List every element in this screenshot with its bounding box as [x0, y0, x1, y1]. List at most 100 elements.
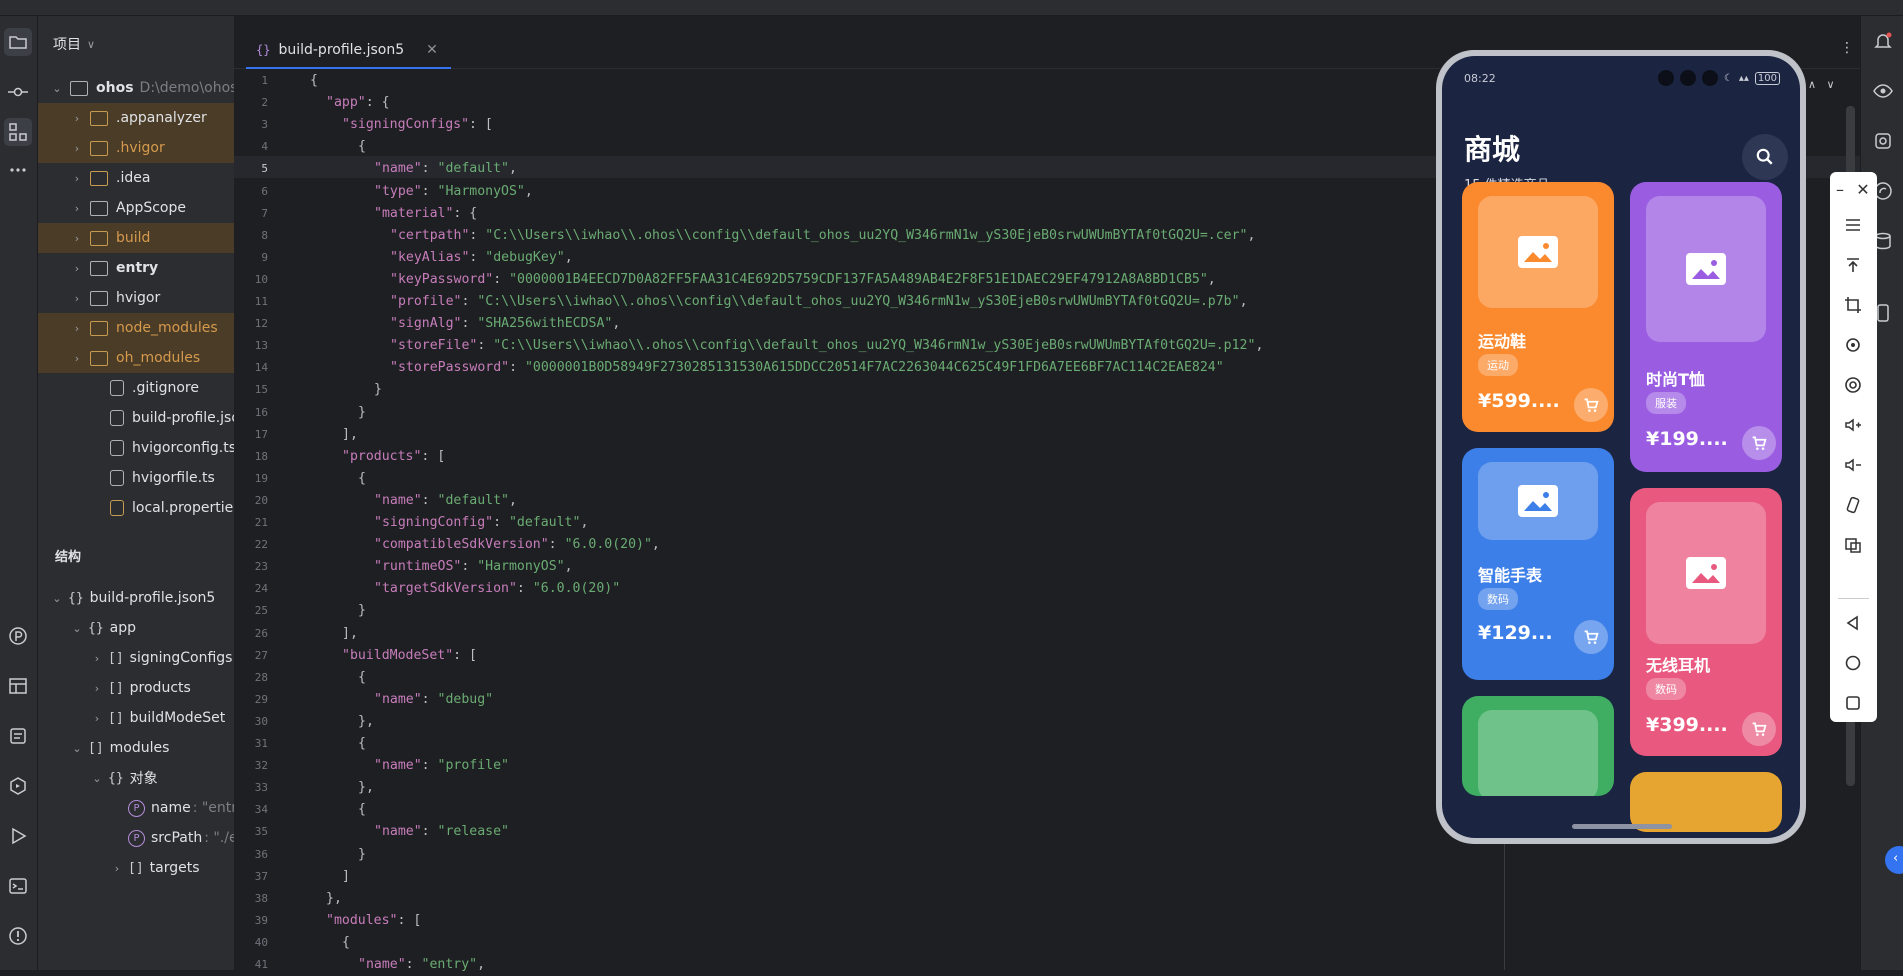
recents-icon[interactable]	[1842, 692, 1864, 714]
chevron-right-icon[interactable]: ›	[90, 652, 104, 665]
todo-icon[interactable]	[4, 722, 32, 750]
chevron-right-icon[interactable]: ›	[70, 172, 84, 185]
add-to-cart-button[interactable]	[1742, 712, 1776, 746]
tab-build-profile[interactable]: {} build-profile.json5 ✕	[246, 32, 451, 69]
tree-item-label: build	[116, 230, 151, 246]
chevron-right-icon[interactable]: ›	[70, 352, 84, 365]
chevron-down-icon[interactable]: ⌄	[70, 622, 84, 635]
tree-item[interactable]: › .idea	[38, 163, 234, 193]
shake-icon[interactable]	[1842, 494, 1864, 516]
product-card[interactable]: 无线耳机 数码 ¥399....	[1630, 488, 1782, 756]
volume-up-icon[interactable]	[1842, 414, 1864, 436]
cart-icon	[1752, 722, 1767, 736]
project-view-selector[interactable]: 项目 ∨	[53, 34, 95, 54]
search-button[interactable]	[1742, 134, 1788, 180]
fold-controls[interactable]: ∧ ∨	[1808, 78, 1835, 91]
code-line: {	[310, 468, 366, 490]
tree-item[interactable]: ⌄ ohos D:\demo\ohos	[38, 73, 234, 103]
cart-icon	[1584, 398, 1599, 412]
multi-device-icon[interactable]	[1842, 534, 1864, 556]
tree-item[interactable]: › entry	[38, 253, 234, 283]
file-icon	[110, 410, 124, 426]
services-icon[interactable]	[4, 772, 32, 800]
tree-item[interactable]: › oh_modules	[38, 343, 234, 373]
chevron-right-icon[interactable]: ›	[70, 262, 84, 275]
chevron-right-icon[interactable]: ›	[90, 682, 104, 695]
structure-item[interactable]: › [] buildModeSet	[38, 703, 234, 733]
add-to-cart-button[interactable]	[1574, 620, 1608, 654]
more-icon[interactable]	[4, 156, 32, 184]
product-card[interactable]	[1630, 772, 1782, 832]
code-token: :	[421, 824, 438, 840]
tree-item[interactable]: › build	[38, 223, 234, 253]
chevron-right-icon[interactable]: ›	[70, 142, 84, 155]
commit-icon[interactable]	[4, 78, 32, 106]
tree-item[interactable]: local.properties	[38, 493, 234, 522]
chevron-down-icon[interactable]: ⌄	[50, 82, 64, 95]
tree-item[interactable]: hvigorfile.ts	[38, 463, 234, 493]
more-tabs-icon[interactable]: ⋮	[1840, 40, 1854, 56]
project-folder-icon[interactable]	[4, 28, 32, 56]
product-name: 无线耳机	[1646, 656, 1711, 675]
chevron-down-icon[interactable]: ⌄	[70, 742, 84, 755]
tree-item[interactable]: .gitignore	[38, 373, 234, 403]
tree-item[interactable]: › node_modules	[38, 313, 234, 343]
code-content[interactable]: {"app": {"signingConfigs": [{"name": "de…	[310, 70, 1510, 972]
chevron-right-icon[interactable]: ›	[110, 862, 124, 875]
add-to-cart-button[interactable]	[1742, 426, 1776, 460]
structure-item[interactable]: ⌄ {} 对象	[38, 763, 234, 793]
structure-item[interactable]: ⌄ [] modules	[38, 733, 234, 763]
chevron-right-icon[interactable]: ›	[70, 202, 84, 215]
chevron-right-icon[interactable]: ›	[70, 112, 84, 125]
rotate-icon[interactable]	[1842, 334, 1864, 356]
layout-icon[interactable]	[4, 672, 32, 700]
product-card[interactable]	[1462, 696, 1614, 796]
close-icon[interactable]: ✕	[1856, 178, 1870, 200]
product-card[interactable]: 智能手表 数码 ¥129...	[1462, 448, 1614, 680]
home-icon[interactable]	[1842, 652, 1864, 674]
structure-icon[interactable]	[4, 118, 32, 146]
pin-top-icon[interactable]	[1842, 254, 1864, 276]
tree-item-path: D:\demo\ohos	[139, 80, 234, 96]
home-indicator[interactable]	[1572, 824, 1672, 829]
line-number: 39	[254, 913, 268, 927]
structure-item[interactable]: PsrcPath: "./entry"	[38, 823, 234, 853]
tree-item[interactable]: › .appanalyzer	[38, 103, 234, 133]
tree-item[interactable]: › .hvigor	[38, 133, 234, 163]
structure-item[interactable]: Pname: "entry"	[38, 793, 234, 823]
chevron-down-icon[interactable]: ⌄	[50, 592, 64, 605]
close-icon[interactable]: ✕	[426, 42, 438, 58]
chevron-right-icon[interactable]: ›	[70, 232, 84, 245]
terminal-icon[interactable]	[4, 872, 32, 900]
product-card[interactable]: 运动鞋 运动 ¥599....	[1462, 182, 1614, 432]
structure-item[interactable]: › [] signingConfigs	[38, 643, 234, 673]
code-token: :	[421, 492, 438, 508]
back-icon[interactable]	[1842, 612, 1864, 634]
property-icon: P	[128, 799, 145, 817]
add-to-cart-button[interactable]	[1574, 388, 1608, 422]
chevron-right-icon[interactable]: ›	[70, 322, 84, 335]
screenshot-icon[interactable]	[1842, 374, 1864, 396]
tree-item[interactable]: › hvigor	[38, 283, 234, 313]
plugin-icon[interactable]	[4, 622, 32, 650]
run-icon[interactable]	[4, 822, 32, 850]
menu-icon[interactable]	[1842, 214, 1864, 236]
structure-item[interactable]: ⌄ {} app	[38, 613, 234, 643]
tree-item[interactable]: build-profile.json5	[38, 403, 234, 433]
volume-down-icon[interactable]	[1842, 454, 1864, 476]
structure-item[interactable]: › [] targets	[38, 853, 234, 883]
chevron-right-icon[interactable]: ›	[90, 712, 104, 725]
structure-item[interactable]: ⌄ {} build-profile.json5	[38, 583, 234, 613]
product-card[interactable]: 时尚T恤 服装 ¥199....	[1630, 182, 1782, 472]
notifications-icon[interactable]	[1872, 30, 1894, 52]
minimize-icon[interactable]: –	[1833, 178, 1847, 200]
problems-icon[interactable]	[4, 922, 32, 950]
preview-eye-icon[interactable]	[1872, 80, 1894, 102]
device-manager-icon[interactable]	[1872, 130, 1894, 152]
crop-icon[interactable]	[1842, 294, 1864, 316]
structure-item[interactable]: › [] products	[38, 673, 234, 703]
tree-item[interactable]: › AppScope	[38, 193, 234, 223]
chevron-right-icon[interactable]: ›	[70, 292, 84, 305]
chevron-down-icon[interactable]: ⌄	[90, 772, 104, 785]
tree-item[interactable]: hvigorconfig.ts	[38, 433, 234, 463]
